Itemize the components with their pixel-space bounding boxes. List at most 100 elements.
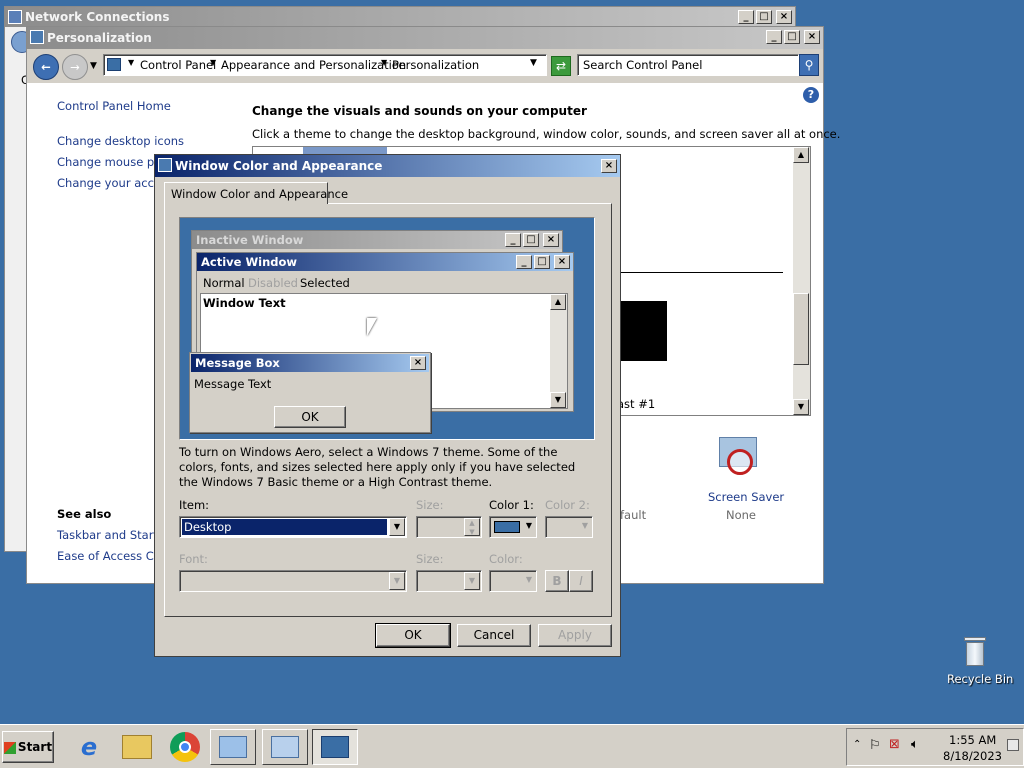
- dialog-icon: [158, 158, 172, 172]
- preview-menu-disabled[interactable]: Disabled: [248, 276, 298, 290]
- network-taskbar-button[interactable]: [262, 729, 308, 765]
- breadcrumb-sep-icon[interactable]: ▼: [381, 58, 387, 67]
- back-arrow-icon[interactable]: ←: [33, 54, 59, 80]
- mouse-cursor-icon: [367, 318, 377, 336]
- address-bar[interactable]: ▼ Control Panel ▼ Appearance and Persona…: [103, 54, 547, 76]
- history-dropdown-icon[interactable]: ▼: [90, 61, 97, 71]
- recycle-bin-label[interactable]: Recycle Bin: [947, 672, 1013, 686]
- help-icon[interactable]: ?: [803, 87, 819, 103]
- preview-menu-normal[interactable]: Normal: [203, 276, 245, 290]
- breadcrumb-appearance[interactable]: Appearance and Personalization: [221, 58, 406, 72]
- font-label: Font:: [179, 552, 208, 566]
- font-dropdown-arrow-icon[interactable]: ▼: [389, 572, 405, 590]
- control-panel-home-link[interactable]: Control Panel Home: [57, 99, 171, 113]
- scroll-thumb[interactable]: [793, 293, 809, 365]
- search-icon[interactable]: ⚲: [799, 54, 819, 76]
- screen-saver-value: None: [726, 508, 757, 522]
- dialog-close-button[interactable]: ×: [601, 159, 617, 173]
- item-dropdown[interactable]: Desktop ▼: [179, 516, 407, 538]
- preview-window-text: Window Text: [203, 296, 286, 310]
- start-button[interactable]: Start: [2, 731, 54, 763]
- size-spinner[interactable]: ▲ ▼: [416, 516, 482, 538]
- file-explorer-taskbar-button[interactable]: [114, 729, 160, 765]
- breadcrumb-personalization[interactable]: Personalization: [392, 58, 479, 72]
- show-hidden-icons-icon[interactable]: ⌃: [853, 739, 861, 750]
- refresh-icon[interactable]: ⇄: [551, 56, 571, 76]
- preview-message-box[interactable]: Message Box × Message Text OK: [189, 352, 431, 433]
- address-dropdown-icon[interactable]: ▼: [530, 58, 537, 68]
- clock-date[interactable]: 8/18/2023: [943, 749, 1002, 763]
- preview-msgbox-ok-button[interactable]: OK: [274, 406, 346, 428]
- font-dropdown[interactable]: ▼: [179, 570, 407, 592]
- breadcrumb-sep-icon[interactable]: ▼: [128, 58, 134, 67]
- personalization-taskbar-button[interactable]: [312, 729, 358, 765]
- personalization-titlebar[interactable]: Personalization _ □ ×: [27, 27, 823, 49]
- breadcrumb-sep-icon[interactable]: ▼: [210, 58, 216, 67]
- appearance-preview[interactable]: Inactive Window _ □ × Active Window _ □ …: [179, 217, 595, 440]
- control-panel-icon: [219, 736, 247, 758]
- theme-scrollbar[interactable]: ▲ ▼: [793, 147, 810, 415]
- bold-button[interactable]: B: [545, 570, 569, 592]
- item-dropdown-arrow-icon[interactable]: ▼: [389, 518, 405, 536]
- screen-saver-icon[interactable]: [717, 435, 761, 479]
- taskbar: Start e ⌃ ⚐ ⊠ 🔈︎ 1:55 AM 8/18/2023: [0, 724, 1024, 768]
- size-label: Size:: [416, 498, 444, 512]
- network-status-icon[interactable]: ⊠: [889, 737, 900, 752]
- size-spinner-arrows-icon[interactable]: ▲ ▼: [464, 518, 480, 536]
- preview-active-titlebar[interactable]: Active Window _ □ ×: [197, 253, 573, 271]
- cancel-button[interactable]: Cancel: [457, 624, 531, 647]
- color2-dropdown-arrow-icon[interactable]: ▼: [582, 521, 588, 530]
- apply-button[interactable]: Apply: [538, 624, 612, 647]
- font-size-dropdown[interactable]: ▼: [416, 570, 482, 592]
- scroll-down-icon[interactable]: ▼: [793, 399, 809, 415]
- preview-msgbox-titlebar[interactable]: Message Box ×: [191, 354, 429, 372]
- search-placeholder: Search Control Panel: [583, 58, 703, 72]
- minimize-button[interactable]: _: [738, 10, 754, 24]
- network-connections-titlebar[interactable]: Network Connections _ □ ×: [5, 7, 795, 27]
- font-color-dropdown-arrow-icon[interactable]: ▼: [526, 575, 532, 584]
- color2-label: Color 2:: [545, 498, 590, 512]
- maximize-icon: □: [534, 255, 550, 269]
- action-center-flag-icon[interactable]: ⚐: [869, 738, 881, 753]
- italic-button[interactable]: I: [569, 570, 593, 592]
- font-color-picker[interactable]: ▼: [489, 570, 537, 592]
- close-button[interactable]: ×: [804, 30, 820, 44]
- network-window-title: Network Connections: [25, 10, 170, 24]
- recycle-bin-icon[interactable]: [962, 637, 988, 669]
- forward-arrow-icon[interactable]: →: [62, 54, 88, 80]
- control-panel-taskbar-button[interactable]: [210, 729, 256, 765]
- scroll-up-icon[interactable]: ▲: [793, 147, 809, 163]
- volume-icon[interactable]: 🔈︎: [911, 737, 919, 752]
- breadcrumb-control-panel[interactable]: Control Panel: [140, 58, 216, 72]
- maximize-button[interactable]: □: [784, 30, 800, 44]
- clock-time[interactable]: 1:55 AM: [949, 733, 996, 747]
- font-size-dropdown-arrow-icon[interactable]: ▼: [464, 572, 480, 590]
- high-contrast-thumbnail[interactable]: [621, 301, 667, 361]
- chrome-taskbar-button[interactable]: [162, 729, 208, 765]
- color2-picker[interactable]: ▼: [545, 516, 593, 538]
- show-desktop-icon[interactable]: [1007, 739, 1019, 751]
- high-contrast-theme-label[interactable]: ast #1: [617, 397, 655, 411]
- close-button[interactable]: ×: [776, 10, 792, 24]
- color1-swatch: [494, 521, 520, 533]
- color1-dropdown-arrow-icon[interactable]: ▼: [526, 521, 532, 530]
- dialog-title: Window Color and Appearance: [175, 159, 383, 173]
- dialog-titlebar[interactable]: Window Color and Appearance ×: [155, 155, 620, 177]
- tab-panel: Inactive Window _ □ × Active Window _ □ …: [164, 203, 612, 617]
- ok-button[interactable]: OK: [375, 623, 451, 648]
- network-connections-icon: [271, 736, 299, 758]
- dialog-tab[interactable]: Window Color and Appearance: [164, 182, 348, 204]
- color1-picker[interactable]: ▼: [489, 516, 537, 538]
- preview-menu-selected[interactable]: Selected: [300, 276, 350, 290]
- screen-saver-link[interactable]: Screen Saver: [708, 490, 784, 504]
- minimize-icon: _: [505, 233, 521, 247]
- maximize-button[interactable]: □: [756, 10, 772, 24]
- start-label: Start: [17, 740, 53, 754]
- address-toolbar: ← → ▼ ▼ Control Panel ▼ Appearance and P…: [27, 49, 823, 83]
- change-desktop-icons-link[interactable]: Change desktop icons: [57, 134, 184, 148]
- search-input[interactable]: Search Control Panel: [577, 54, 799, 76]
- minimize-button[interactable]: _: [766, 30, 782, 44]
- internet-explorer-taskbar-button[interactable]: e: [66, 729, 112, 765]
- preview-inactive-titlebar[interactable]: Inactive Window _ □ ×: [192, 231, 562, 249]
- preview-scrollbar: ▲ ▼: [550, 294, 567, 408]
